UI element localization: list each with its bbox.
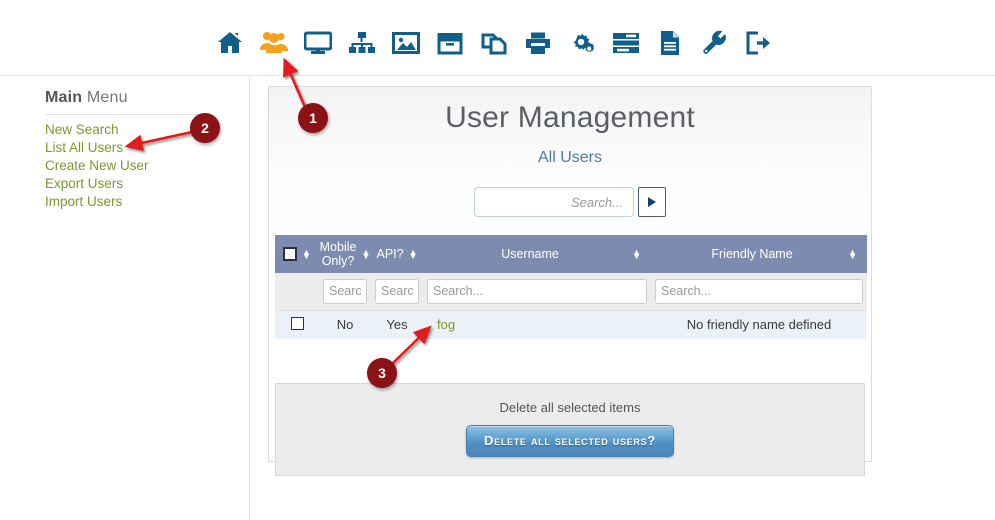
cell-friendly-name: No friendly name defined <box>651 310 867 339</box>
column-friendly-name[interactable]: Friendly Name ▲▼ <box>651 235 867 273</box>
top-navigation-bar <box>0 0 995 76</box>
sidebar: Main Menu New Search List All Users Crea… <box>0 77 250 520</box>
row-checkbox[interactable] <box>291 317 304 330</box>
table-filter-row <box>275 273 867 310</box>
sidebar-divider <box>45 114 207 115</box>
cell-api: Yes <box>371 310 423 339</box>
delete-panel-label: Delete all selected items <box>276 400 864 415</box>
search-row <box>269 187 871 217</box>
sort-arrows-api[interactable]: ▲▼ <box>409 250 418 258</box>
search-submit-button[interactable] <box>638 187 666 217</box>
select-all-checkbox[interactable] <box>283 247 297 261</box>
sidebar-title: Main Menu <box>45 89 128 107</box>
sort-arrows-friendly-name[interactable]: ▲▼ <box>848 250 857 258</box>
column-api[interactable]: API? ▲▼ <box>371 235 423 273</box>
column-label-username: Username <box>433 247 627 261</box>
column-username[interactable]: Username ▲▼ <box>423 235 651 273</box>
printer-icon[interactable] <box>523 28 553 58</box>
sidebar-item-create-new-user[interactable]: Create New User <box>45 157 149 175</box>
filter-cell-friendly-name <box>651 273 867 310</box>
tasks-list-icon[interactable] <box>611 28 641 58</box>
cell-username: fog <box>423 310 651 339</box>
table-header-row: ▲▼ Mobile Only? ▲▼ API? <box>275 235 867 273</box>
users-table-wrap: ▲▼ Mobile Only? ▲▼ API? <box>275 235 865 339</box>
page-subtitle: All Users <box>269 135 871 167</box>
users-icon[interactable] <box>259 28 289 58</box>
row-select-cell[interactable] <box>275 310 319 339</box>
sidebar-item-new-search[interactable]: New Search <box>45 121 149 139</box>
filter-friendly-name-input[interactable] <box>655 279 863 304</box>
filter-api-input[interactable] <box>375 279 419 304</box>
annotation-marker-3: 3 <box>367 358 397 388</box>
sidebar-item-export-users[interactable]: Export Users <box>45 175 149 193</box>
sort-arrows-mobile-only[interactable]: ▲▼ <box>361 250 370 258</box>
sidebar-item-import-users[interactable]: Import Users <box>45 193 149 211</box>
snapins-copy-icon[interactable] <box>479 28 509 58</box>
sort-arrows-select[interactable]: ▲▼ <box>302 250 311 258</box>
filter-cell-api <box>371 273 423 310</box>
annotation-marker-1: 1 <box>298 103 328 133</box>
column-label-mobile-only: Mobile Only? <box>320 240 357 268</box>
filter-cell-empty <box>275 273 319 310</box>
user-management-page: Main Menu New Search List All Users Crea… <box>0 0 995 520</box>
table-row: No Yes fog No friendly name defined <box>275 310 867 339</box>
filter-cell-mobile-only <box>319 273 371 310</box>
delete-panel: Delete all selected items Delete all sel… <box>275 383 865 476</box>
sidebar-menu: New Search List All Users Create New Use… <box>45 121 149 211</box>
archive-box-icon[interactable] <box>435 28 465 58</box>
search-input[interactable] <box>474 187 634 217</box>
content-panel: User Management All Users <box>268 86 872 462</box>
filter-cell-username <box>423 273 651 310</box>
logout-icon[interactable] <box>743 28 773 58</box>
wrench-icon[interactable] <box>699 28 729 58</box>
home-icon[interactable] <box>215 28 245 58</box>
filter-username-input[interactable] <box>427 279 647 304</box>
sort-arrows-username[interactable]: ▲▼ <box>632 250 641 258</box>
annotation-marker-2: 2 <box>190 113 220 143</box>
sidebar-title-bold: Main <box>45 89 82 106</box>
monitor-icon[interactable] <box>303 28 333 58</box>
gears-icon[interactable] <box>567 28 597 58</box>
column-label-friendly-name: Friendly Name <box>661 247 843 261</box>
sitemap-icon[interactable] <box>347 28 377 58</box>
image-icon[interactable] <box>391 28 421 58</box>
sidebar-title-rest: Menu <box>82 89 127 106</box>
column-mobile-only[interactable]: Mobile Only? ▲▼ <box>319 235 371 273</box>
nav-icon-row <box>215 28 773 58</box>
username-link[interactable]: fog <box>437 317 455 332</box>
page-title: User Management <box>269 87 871 135</box>
filter-mobile-only-input[interactable] <box>323 279 367 304</box>
delete-all-selected-users-button[interactable]: Delete all selected users? <box>466 425 674 457</box>
cell-mobile-only: No <box>319 310 371 339</box>
column-select-all[interactable]: ▲▼ <box>275 235 319 273</box>
report-file-icon[interactable] <box>655 28 685 58</box>
users-table: ▲▼ Mobile Only? ▲▼ API? <box>275 235 867 339</box>
sidebar-item-list-all-users[interactable]: List All Users <box>45 139 149 157</box>
column-label-api: API? <box>376 247 403 261</box>
